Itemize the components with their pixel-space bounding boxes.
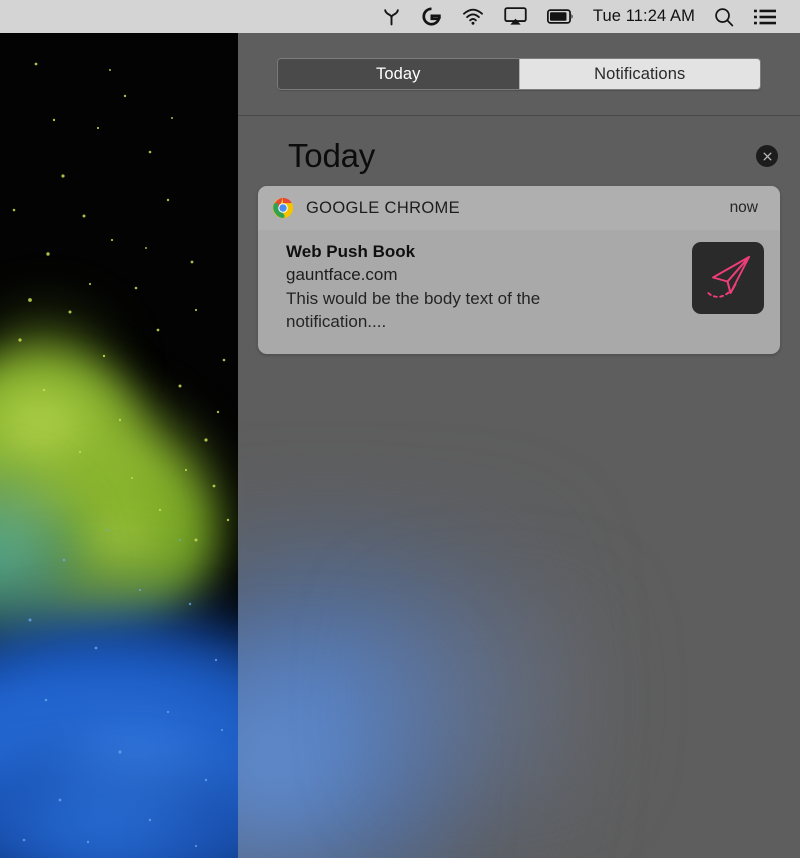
notification-origin: gauntface.com (286, 265, 398, 285)
menu-bar: Tue 11:24 AM (0, 0, 800, 33)
close-icon (763, 152, 771, 160)
notification-header: GOOGLE CHROME now (258, 186, 780, 230)
fork-branch-icon[interactable] (372, 0, 411, 33)
notification-text-block: Web Push Book gauntface.com This would b… (286, 240, 692, 334)
today-header: Today (238, 133, 800, 179)
wifi-icon[interactable] (452, 0, 494, 33)
menu-bar-items: Tue 11:24 AM (372, 0, 786, 33)
close-button[interactable] (756, 145, 778, 167)
segmented-control: Today Notifications (277, 58, 761, 90)
notification-body: Web Push Book gauntface.com This would b… (258, 230, 780, 354)
battery-icon[interactable] (537, 0, 584, 33)
paper-plane-icon (705, 256, 750, 298)
notification-title: Web Push Book (286, 242, 416, 261)
google-chrome-icon (272, 197, 294, 219)
notification-timestamp: now (729, 199, 758, 216)
tab-today[interactable]: Today (278, 59, 519, 89)
notification-center-icon[interactable] (744, 0, 786, 33)
tab-notifications[interactable]: Notifications (518, 59, 760, 89)
header-divider (238, 115, 800, 116)
airplay-icon[interactable] (494, 0, 537, 33)
menu-bar-clock[interactable]: Tue 11:24 AM (584, 7, 704, 26)
notification-thumbnail (692, 242, 764, 314)
google-g-icon[interactable] (411, 0, 452, 33)
screen: Tue 11:24 AM Today Notifications Today G… (0, 0, 800, 858)
notification-center-content: Today Notifications Today GOOGLE CHROME … (238, 33, 800, 858)
tab-today-label: Today (375, 64, 421, 83)
tab-notifications-label: Notifications (594, 64, 686, 83)
notification-card[interactable]: GOOGLE CHROME now Web Push Book gauntfac… (258, 186, 780, 354)
notification-app-name: GOOGLE CHROME (306, 198, 460, 217)
tabs-row: Today Notifications (238, 58, 800, 90)
notification-center-panel: Today Notifications Today GOOGLE CHROME … (238, 33, 800, 858)
notification-message: This would be the body text of the notif… (286, 288, 541, 332)
page-title: Today (288, 137, 376, 174)
search-icon[interactable] (704, 0, 744, 33)
